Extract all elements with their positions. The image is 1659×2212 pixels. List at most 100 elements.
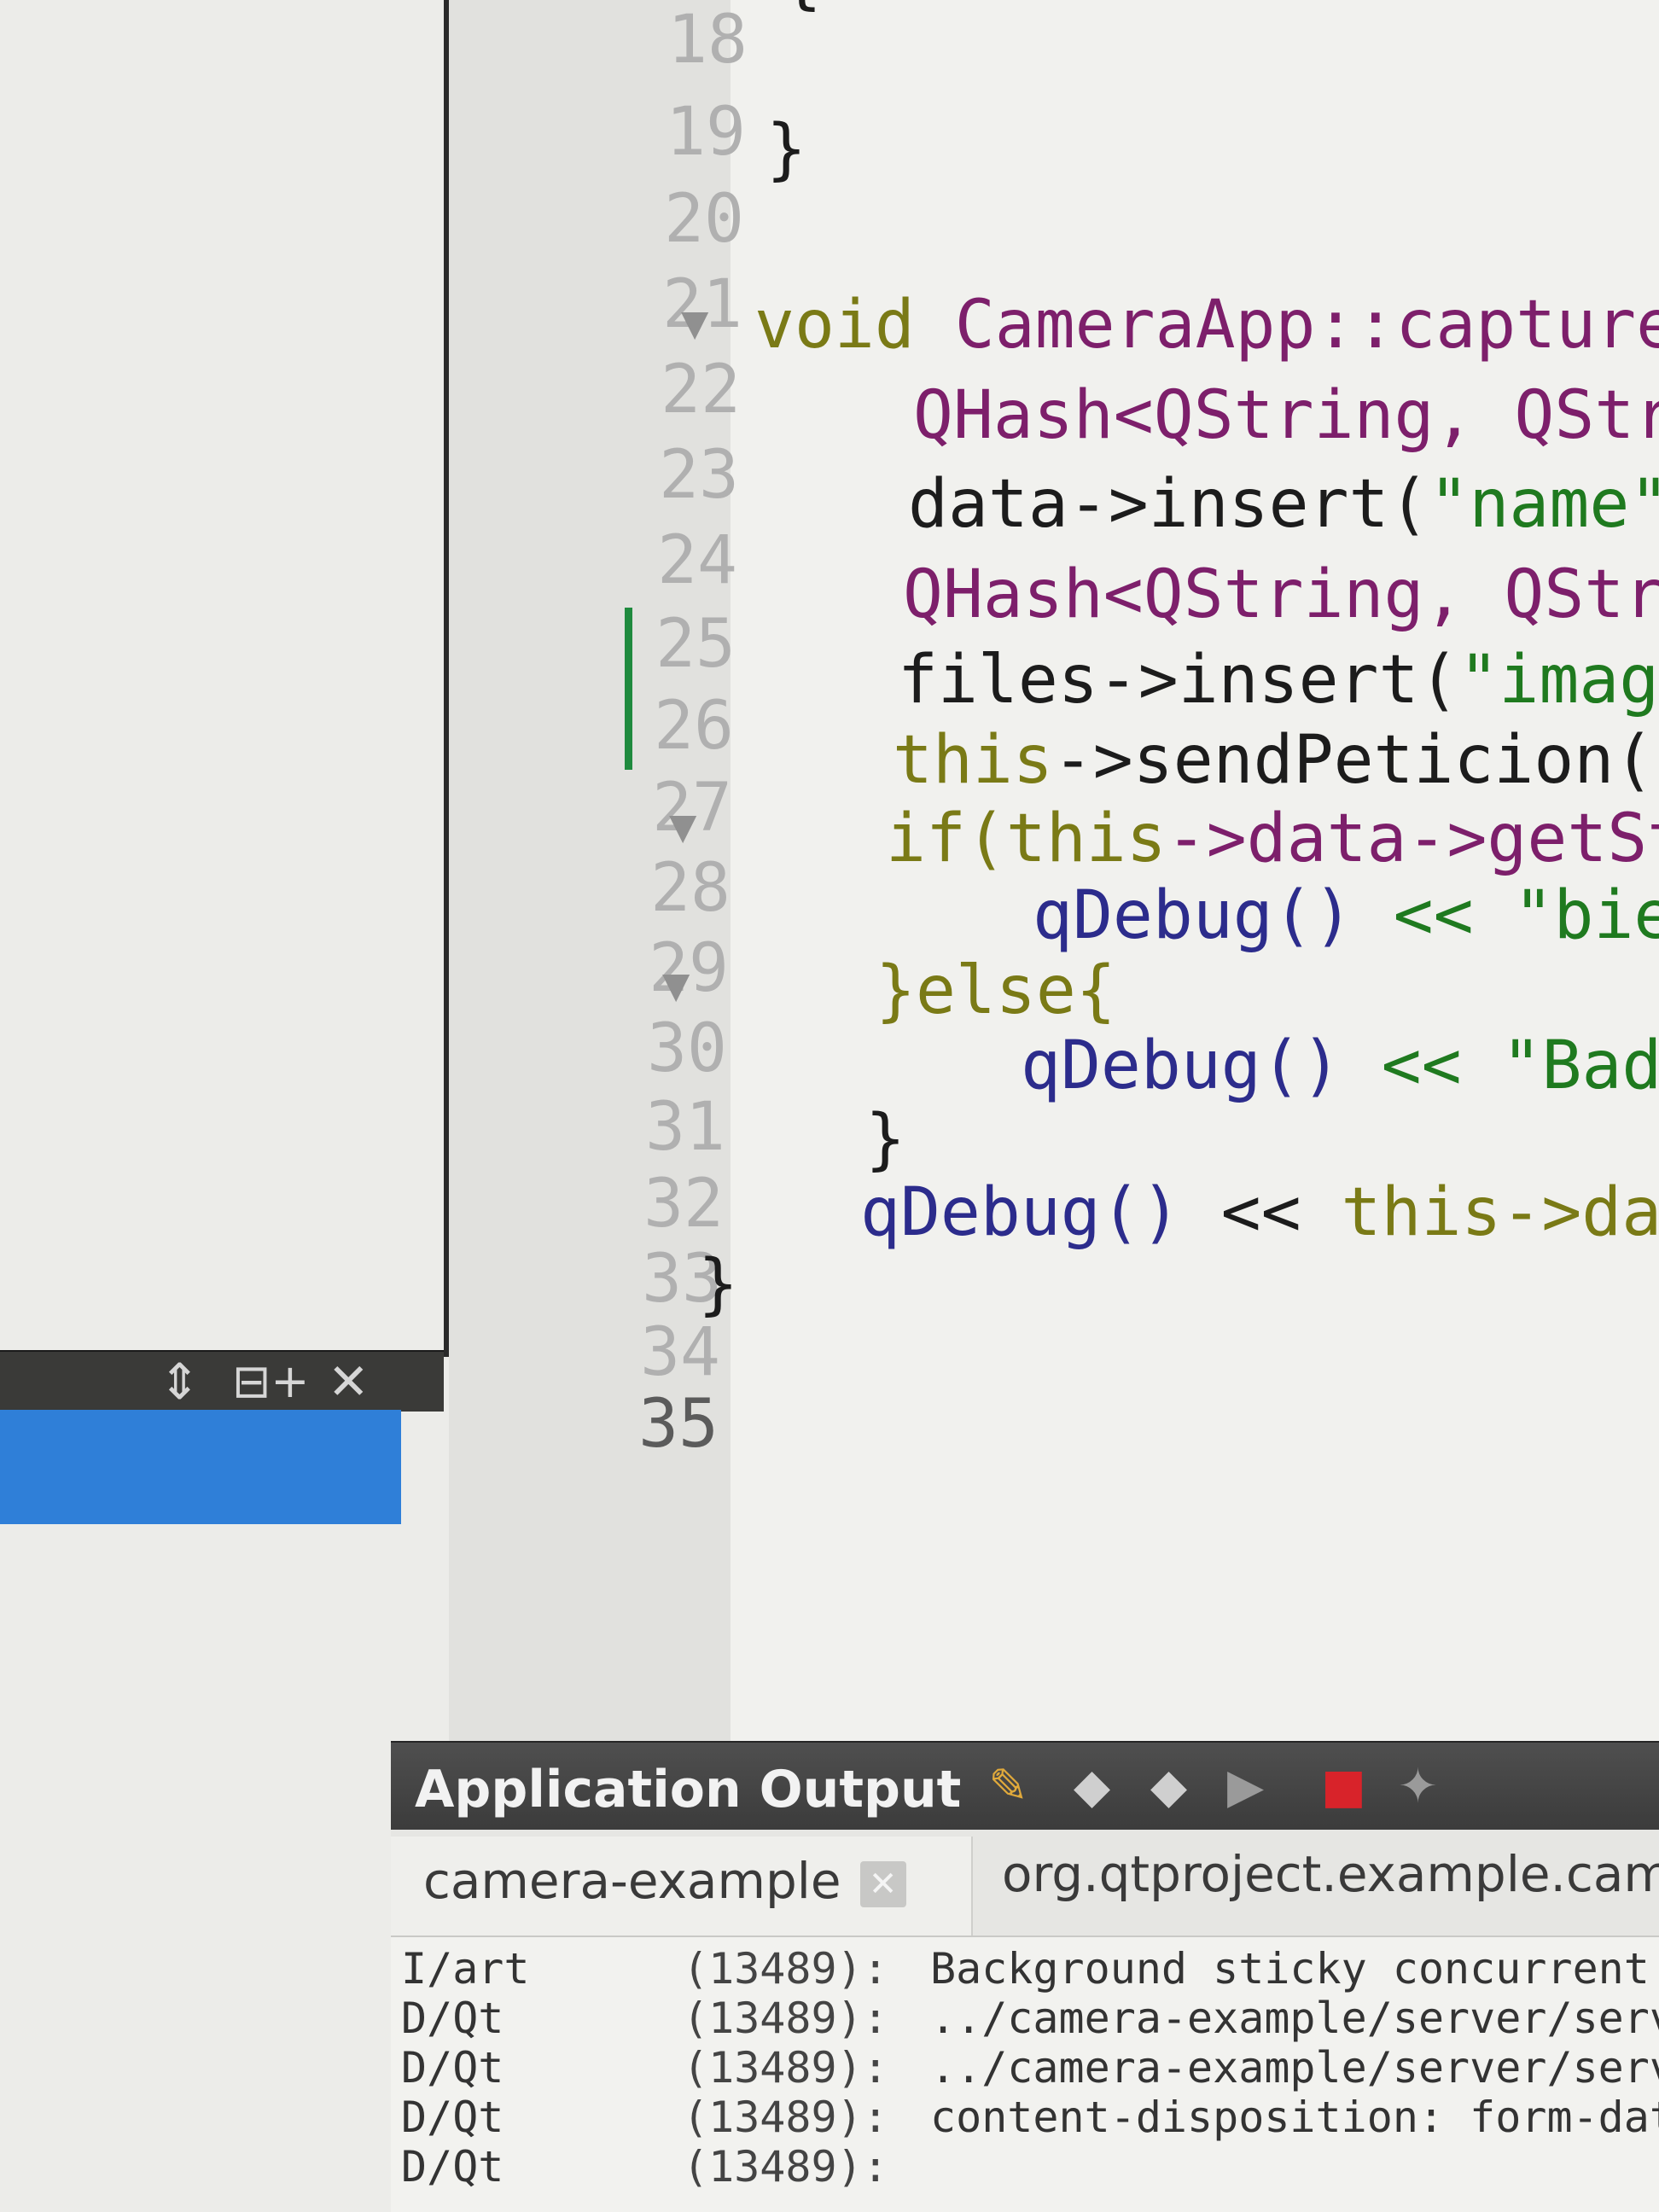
line-number-gutter: 18 19 20 21 22 23 24 25 26 27 28 29 30 3… [449, 0, 748, 1741]
code-line: qDebug() << "bien [1033, 877, 1659, 954]
log-tag: I/art [401, 1944, 530, 1994]
log-pid: (13489): [683, 2093, 888, 2142]
code-function: qDebug() [1021, 1027, 1342, 1104]
log-tag: D/Qt [401, 1994, 504, 2043]
log-row: D/Qt (13489): [401, 2142, 930, 2192]
tab-camera-example[interactable]: camera-example ✕ [391, 1837, 973, 1936]
code-line: } [766, 111, 806, 188]
code-line: data->insert("name", [908, 466, 1659, 543]
code-type: QHash<QString, QStri [903, 556, 1659, 633]
line-number: 21 [662, 266, 742, 343]
code-line: qDebug() << this->data [860, 1174, 1659, 1251]
left-panel-selected-item[interactable] [0, 1410, 401, 1524]
fold-arrow-icon[interactable]: ▼ [662, 964, 690, 1006]
output-tab-bar: camera-example ✕ org.qtproject.example.ca… [391, 1830, 1659, 1937]
line-number: 29 [649, 930, 729, 1007]
line-number-current: 35 [638, 1386, 719, 1463]
line-number: 32 [643, 1166, 724, 1243]
line-number: 28 [650, 850, 731, 927]
code-line: if(this->data->getSta [886, 800, 1659, 877]
code-function: qDebug() [860, 1174, 1181, 1251]
code-keyword: this->data [1341, 1174, 1659, 1251]
line-number: 34 [640, 1314, 720, 1391]
output-log[interactable]: I/art (13489): Background sticky concurren… [391, 1937, 1659, 2212]
code-string: << "Bad [1341, 1027, 1659, 1104]
code-string: "image [1458, 642, 1659, 719]
code-text: << [1180, 1174, 1342, 1251]
code-text: } [766, 111, 806, 188]
log-message: ../camera-example/server/serve [930, 2043, 1659, 2093]
clear-output-icon[interactable]: ✎ [988, 1763, 1028, 1811]
code-keyword: this [1005, 800, 1167, 877]
line-number: 22 [661, 352, 741, 428]
application-output-header: Application Output ✎ ◆ ◆ ▶ ■ ✦ [391, 1741, 1659, 1831]
tab-org-qtproject[interactable]: org.qtproject.example.came [1002, 1845, 1659, 1903]
updown-arrows-icon[interactable]: ⇕ [159, 1357, 201, 1406]
log-row: D/Qt (13489): ../camera-example/server/ser… [401, 1994, 1659, 2043]
code-text: { [782, 0, 822, 17]
line-number: 18 [667, 2, 748, 79]
code-keyword: void [754, 287, 915, 364]
code-function: qDebug() [1033, 877, 1353, 954]
code-keyword: this [893, 722, 1053, 799]
code-type: QHash<QString, QStr [913, 377, 1659, 454]
previous-item-icon[interactable]: ◆ [1074, 1763, 1110, 1811]
split-add-icon[interactable]: ⊟+ [232, 1357, 310, 1406]
log-pid: (13489): [683, 1944, 888, 1994]
close-icon[interactable]: ✕ [328, 1357, 370, 1406]
code-line: void CameraApp::capture [754, 287, 1659, 364]
line-number: 24 [657, 522, 737, 599]
left-panel-toolbar: ⇕ ⊟+ ✕ [0, 1350, 444, 1412]
next-item-icon[interactable]: ◆ [1150, 1763, 1187, 1811]
line-number: 23 [659, 437, 739, 514]
log-row: D/Qt (13489): ../camera-example/server/ser… [401, 2043, 1659, 2093]
log-tag: D/Qt [401, 2142, 504, 2192]
code-line: } [698, 1246, 738, 1323]
log-pid: (13489): [683, 2142, 888, 2192]
code-text: } [698, 1246, 738, 1323]
line-number: 31 [645, 1089, 725, 1166]
attach-debugger-icon[interactable]: ✦ [1398, 1763, 1438, 1811]
log-row: D/Qt (13489): content-disposition: form-da… [401, 2093, 1659, 2142]
line-number: 33 [642, 1241, 722, 1318]
log-message: Background sticky concurrent [930, 1944, 1650, 1994]
run-icon[interactable]: ▶ [1227, 1763, 1264, 1811]
log-row: I/art (13489): Background sticky concurren… [401, 1944, 1650, 1994]
log-tag: D/Qt [401, 2043, 504, 2093]
line-number: 26 [654, 688, 734, 765]
fold-arrow-icon[interactable]: ▼ [681, 302, 708, 344]
stop-icon[interactable]: ■ [1321, 1763, 1366, 1811]
code-text: CameraApp::capture [914, 287, 1659, 364]
code-string: << "bien [1393, 877, 1659, 954]
code-text: } [865, 1101, 905, 1178]
code-line: } [865, 1101, 905, 1178]
code-line: files->insert("image [898, 642, 1659, 719]
code-text: files->insert( [898, 642, 1459, 719]
log-tag: D/Qt [401, 2093, 504, 2142]
line-number: 20 [664, 181, 744, 258]
code-string: "name", [1429, 466, 1659, 543]
log-pid: (13489): [683, 2043, 888, 2093]
fold-arrow-icon[interactable]: ▼ [669, 806, 696, 847]
code-keyword: if( [886, 800, 1006, 877]
application-output-title: Application Output [415, 1760, 962, 1819]
code-line: qDebug() << "Bad [1021, 1027, 1659, 1104]
code-text: ->data->getSta [1166, 800, 1659, 877]
line-number: 25 [655, 606, 736, 683]
line-number: 27 [652, 770, 732, 847]
code-line: { [782, 0, 822, 17]
code-keyword: }else{ [876, 952, 1116, 1029]
log-message: content-disposition: form-data [930, 2093, 1659, 2142]
code-text: ->sendPeticion(" [1052, 722, 1659, 799]
code-editor[interactable]: 18 19 20 21 22 23 24 25 26 27 28 29 30 3… [449, 0, 1659, 1741]
code-line: QHash<QString, QStri [903, 556, 1659, 633]
tab-label: camera-example ✕ [423, 1852, 906, 1910]
change-marker [625, 608, 632, 770]
close-tab-icon[interactable]: ✕ [859, 1860, 906, 1907]
code-line: this->sendPeticion(" [893, 722, 1659, 799]
line-number: 19 [666, 94, 746, 171]
code-line: }else{ [876, 952, 1116, 1029]
line-number: 30 [647, 1010, 727, 1087]
log-pid: (13489): [683, 1994, 888, 2043]
code-text: data->insert( [908, 466, 1429, 543]
